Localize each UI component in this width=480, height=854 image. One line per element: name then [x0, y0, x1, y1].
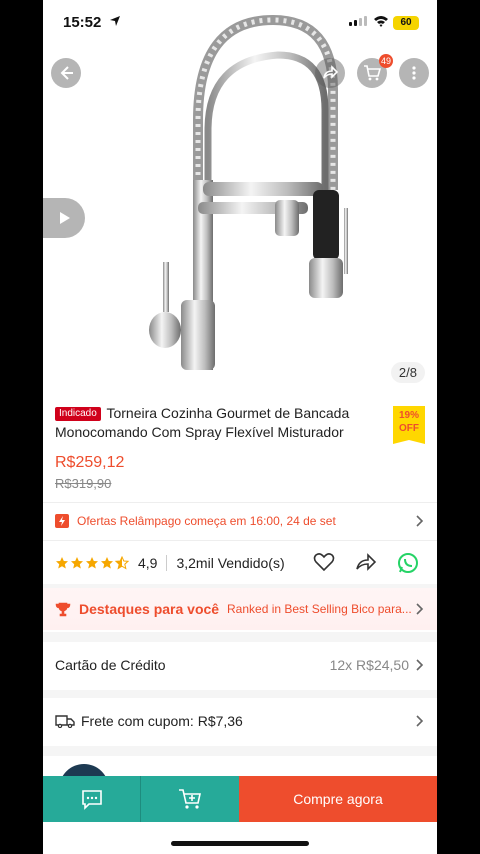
cart-icon [364, 65, 381, 81]
battery-indicator: 60 [393, 16, 419, 30]
original-price: R$319,90 [55, 476, 112, 491]
flash-sale-row[interactable]: Ofertas Relâmpago começa em 16:00, 24 de… [43, 502, 437, 538]
product-title-block: Indicado Torneira Cozinha Gourmet de Ban… [55, 404, 377, 442]
location-arrow-icon [110, 16, 120, 26]
share-icon [323, 65, 339, 79]
indicado-tag: Indicado [55, 407, 101, 421]
cart-count-badge: 49 [378, 54, 393, 68]
discount-percent: 19% [398, 410, 419, 421]
shipping-row[interactable]: Frete com cupom: R$7,36 [43, 698, 437, 744]
wifi-icon [374, 16, 388, 27]
flash-sale-text: Ofertas Relâmpago começa em 16:00, 24 de… [77, 513, 336, 528]
chat-icon [81, 790, 102, 810]
more-dots-icon [412, 66, 416, 80]
share-button[interactable] [315, 58, 345, 88]
play-icon [60, 212, 70, 224]
back-button[interactable] [51, 58, 81, 88]
highlights-row[interactable]: Destaques para você Ranked in Best Selli… [43, 588, 437, 630]
star-icon [101, 556, 113, 568]
installments-text: 12x R$24,50 [329, 657, 409, 673]
flash-sale-icon [55, 513, 69, 528]
rating-value: 4,9 [138, 554, 158, 571]
payment-label: Cartão de Crédito [55, 657, 166, 673]
cart-button[interactable]: 49 [357, 54, 393, 88]
status-time: 15:52 [63, 14, 102, 31]
whatsapp-icon[interactable] [397, 552, 419, 574]
add-to-cart-button[interactable] [141, 776, 239, 822]
arrow-left-icon [60, 66, 73, 80]
star-icon [71, 556, 83, 568]
chevron-right-icon [416, 715, 424, 727]
shipping-label: Frete com cupom: R$7,36 [81, 713, 243, 729]
chevron-right-icon [416, 659, 424, 671]
more-button[interactable] [399, 58, 429, 88]
cellular-signal-icon [349, 16, 367, 26]
sold-count: 3,2mil Vendido(s) [176, 554, 285, 571]
chat-button[interactable] [43, 776, 141, 822]
heart-icon[interactable] [313, 552, 335, 572]
highlights-subtitle: Ranked in Best Selling Bico para... [227, 602, 412, 616]
highlights-title: Destaques para você [79, 601, 220, 617]
discount-badge: 19% OFF [393, 406, 425, 444]
play-video-button[interactable] [43, 198, 85, 238]
chevron-right-icon [416, 514, 424, 527]
star-icon [56, 556, 68, 568]
trophy-icon [55, 602, 71, 617]
star-icon [86, 556, 98, 568]
bottom-action-bar: Compre agora [43, 776, 437, 822]
product-image-gallery[interactable]: 49 2/8 [43, 0, 437, 395]
section-gap [43, 746, 437, 756]
divider [166, 554, 168, 571]
home-indicator [171, 841, 309, 846]
half-star-icon [115, 555, 129, 570]
status-bar: 15:52 60 [43, 0, 437, 46]
buy-now-button[interactable]: Compre agora [239, 776, 437, 822]
add-cart-icon [179, 789, 201, 809]
chevron-right-icon [416, 603, 424, 615]
phone-screen: 49 2/8 15:52 60 Indicado Torneira Cozinh… [43, 0, 437, 854]
rating-row: 4,9 3,2mil Vendido(s) [43, 540, 437, 584]
rating-stars [55, 555, 129, 570]
section-gap [43, 690, 437, 698]
image-page-indicator: 2/8 [390, 362, 425, 383]
payment-row[interactable]: Cartão de Crédito 12x R$24,50 [43, 642, 437, 688]
product-price: R$259,12 [55, 454, 125, 471]
section-gap [43, 632, 437, 642]
discount-off-label: OFF [399, 423, 419, 434]
share-icon[interactable] [355, 552, 377, 572]
truck-icon [55, 715, 75, 728]
